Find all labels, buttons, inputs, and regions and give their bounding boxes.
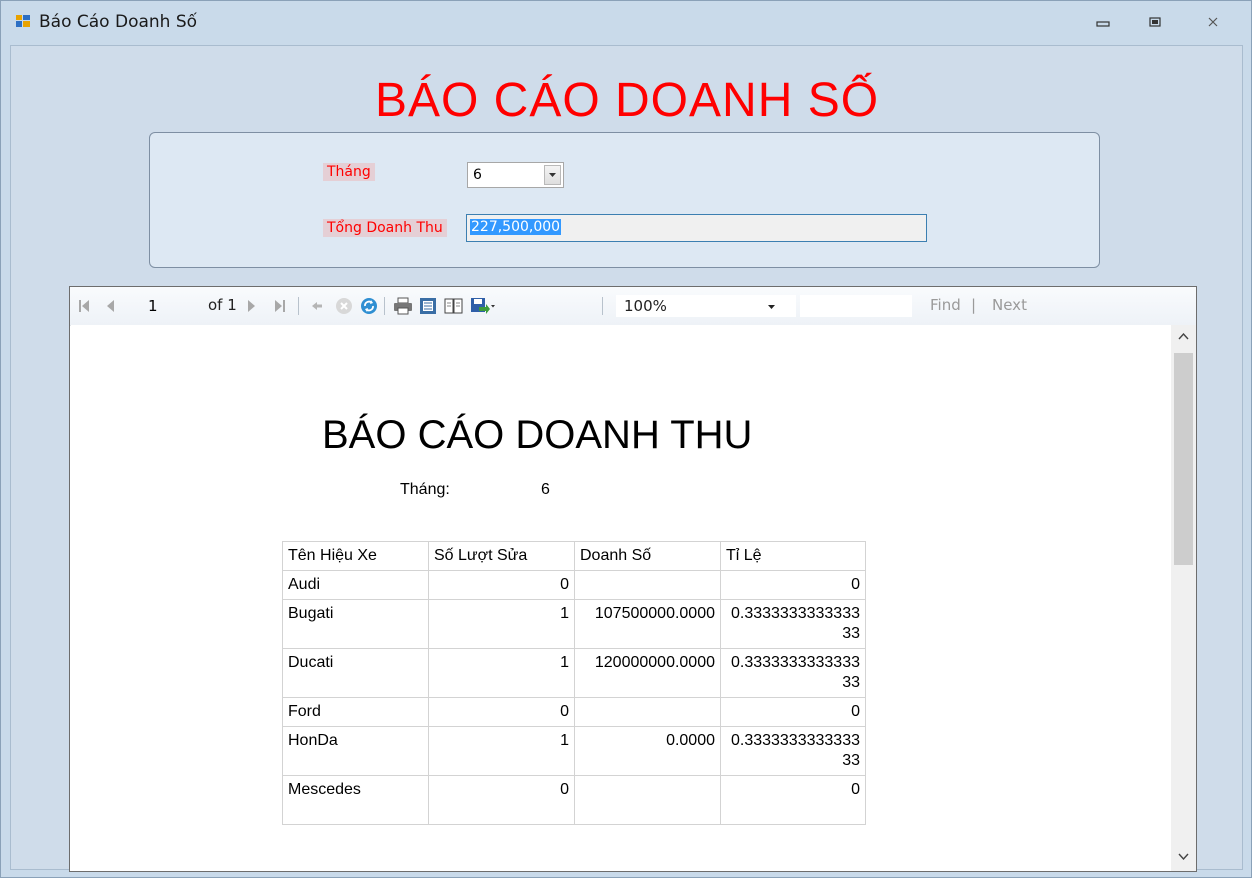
month-combobox-value: 6	[473, 167, 482, 183]
brand-cell: Audi	[282, 570, 429, 600]
report-title: BÁO CÁO DOANH THU	[322, 413, 753, 457]
toolbar-separator	[602, 297, 603, 315]
repair-count-cell: 1	[428, 599, 575, 649]
table-row: HonDa 1 0.0000 0.333333333333333	[282, 726, 866, 776]
refresh-icon[interactable]	[360, 297, 378, 315]
vertical-scrollbar[interactable]	[1171, 325, 1196, 871]
repair-count-cell: 1	[428, 648, 575, 698]
page-setup-icon[interactable]	[444, 298, 464, 314]
close-button[interactable]	[1199, 11, 1227, 33]
brand-cell: HonDa	[282, 726, 429, 776]
page-heading: BÁO CÁO DOANH SỐ	[374, 74, 880, 127]
table-row: Ducati 1 120000000.0000 0.33333333333333…	[282, 648, 866, 698]
find-next-button[interactable]: Next	[992, 296, 1027, 314]
table-row: Audi 0 0	[282, 570, 866, 600]
minimize-button[interactable]	[1089, 11, 1117, 33]
previous-page-icon[interactable]	[106, 299, 116, 313]
column-header: Tên Hiệu Xe	[282, 541, 429, 571]
ratio-cell: 0	[720, 697, 866, 727]
table-header-row: Tên Hiệu Xe Số Lượt Sửa Doanh Số Tỉ Lệ	[282, 541, 866, 571]
revenue-table: Tên Hiệu Xe Số Lượt Sửa Doanh Số Tỉ Lệ A…	[282, 541, 866, 825]
print-icon[interactable]	[393, 297, 413, 315]
ratio-cell: 0.333333333333333	[720, 599, 866, 649]
export-icon[interactable]	[470, 297, 496, 315]
revenue-textbox[interactable]: 227,500,000	[466, 214, 927, 242]
revenue-value: 227,500,000	[470, 219, 562, 235]
revenue-cell: 120000000.0000	[574, 648, 721, 698]
month-combobox[interactable]: 6	[467, 162, 564, 188]
print-layout-icon[interactable]	[419, 297, 437, 315]
combobox-dropdown-button[interactable]	[544, 165, 561, 185]
revenue-cell: 107500000.0000	[574, 599, 721, 649]
revenue-label: Tổng Doanh Thu	[323, 219, 447, 237]
ratio-cell: 0.333333333333333	[720, 648, 866, 698]
report-page: BÁO CÁO DOANH THU Tháng: 6 Tên Hiệu Xe S…	[71, 325, 1171, 871]
first-page-icon[interactable]	[78, 299, 90, 313]
table-row: Ford 0 0	[282, 697, 866, 727]
toolbar-separator	[298, 297, 299, 315]
main-window: Báo Cáo Doanh Số BÁO CÁO DOANH SỐ Tháng …	[0, 0, 1252, 878]
window-title: Báo Cáo Doanh Số	[39, 12, 198, 32]
revenue-cell	[574, 697, 721, 727]
repair-count-cell: 0	[428, 775, 575, 825]
find-input[interactable]	[800, 295, 912, 317]
report-month-label: Tháng:	[400, 481, 450, 498]
repair-count-cell: 0	[428, 697, 575, 727]
scroll-down-icon[interactable]	[1178, 853, 1189, 860]
report-month-value: 6	[541, 481, 550, 498]
maximize-button[interactable]	[1141, 11, 1169, 33]
ratio-cell: 0	[720, 775, 866, 825]
toolbar-separator	[384, 297, 385, 315]
brand-cell: Bugati	[282, 599, 429, 649]
revenue-cell: 0.0000	[574, 726, 721, 776]
revenue-cell	[574, 570, 721, 600]
brand-cell: Ducati	[282, 648, 429, 698]
chevron-down-icon	[549, 173, 556, 177]
column-header: Số Lượt Sửa	[428, 541, 575, 571]
title-bar[interactable]: Báo Cáo Doanh Số	[1, 1, 1251, 45]
report-viewer: 1 of 1 100% Find | Next BÁO CÁO DOANH TH…	[69, 286, 1197, 872]
report-toolbar: 1 of 1 100% Find | Next	[70, 287, 1196, 326]
page-number-input[interactable]: 1	[148, 297, 188, 315]
page-count-label: of 1	[208, 296, 237, 314]
revenue-cell	[574, 775, 721, 825]
restore-icon	[1149, 17, 1161, 27]
close-icon	[1208, 17, 1218, 27]
column-header: Tỉ Lệ	[720, 541, 866, 571]
column-header: Doanh Số	[574, 541, 721, 571]
find-separator: |	[971, 296, 977, 314]
table-row: Mescedes 0 0	[282, 775, 866, 825]
table-row: Bugati 1 107500000.0000 0.33333333333333…	[282, 599, 866, 649]
zoom-select[interactable]: 100%	[616, 295, 796, 317]
scroll-up-icon[interactable]	[1178, 333, 1189, 340]
minimize-icon	[1096, 21, 1110, 27]
back-icon[interactable]	[310, 299, 324, 313]
app-icon	[16, 15, 30, 27]
filter-groupbox	[149, 132, 1100, 268]
ratio-cell: 0	[720, 570, 866, 600]
last-page-icon[interactable]	[274, 299, 286, 313]
chevron-down-icon	[768, 305, 775, 309]
scrollbar-thumb[interactable]	[1174, 353, 1193, 565]
repair-count-cell: 0	[428, 570, 575, 600]
ratio-cell: 0.333333333333333	[720, 726, 866, 776]
next-page-icon[interactable]	[246, 299, 256, 313]
stop-icon[interactable]	[335, 297, 353, 315]
zoom-value: 100%	[624, 297, 667, 315]
repair-count-cell: 1	[428, 726, 575, 776]
month-label: Tháng	[323, 163, 375, 181]
brand-cell: Ford	[282, 697, 429, 727]
brand-cell: Mescedes	[282, 775, 429, 825]
find-button[interactable]: Find	[930, 296, 961, 314]
